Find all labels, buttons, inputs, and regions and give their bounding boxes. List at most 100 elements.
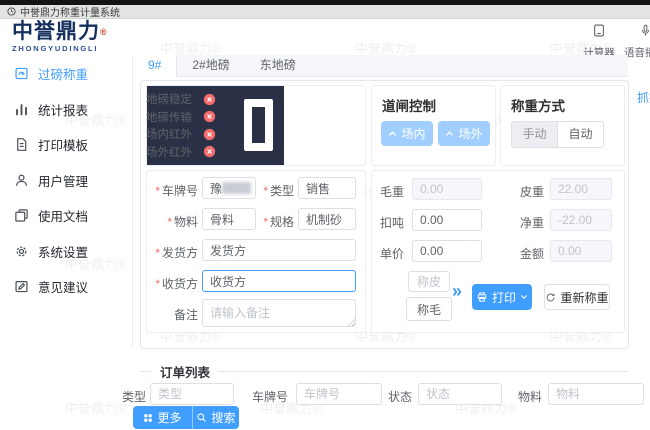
weigh-mode-panel: 称重方式 手动 自动	[500, 85, 625, 166]
user-icon	[16, 174, 27, 186]
type-input[interactable]	[298, 177, 356, 199]
search-icon	[197, 413, 207, 422]
sidebar-divider	[132, 56, 133, 348]
gate-control-panel: 道闸控制 场内 场外	[371, 85, 496, 166]
scale-icon	[15, 67, 28, 79]
weigh-mode-title: 称重方式	[511, 99, 565, 114]
brand-subtitle: ZHONGYUDINGLI	[12, 44, 99, 53]
plate-masked-text	[222, 182, 251, 194]
calculator-icon	[594, 24, 604, 37]
template-icon	[17, 137, 27, 151]
sidebar-item-label: 系统设置	[38, 245, 89, 260]
remark-textarea[interactable]	[202, 299, 356, 327]
status-infrared-inside: 场内红外	[146, 127, 216, 141]
tab-9[interactable]: 9#	[133, 55, 178, 77]
mode-auto-button[interactable]: 自动	[558, 122, 603, 147]
deduct-label: 扣吨	[379, 216, 404, 230]
brand-name: 中誉鼎力	[12, 20, 100, 43]
weigh-tare-button[interactable]: 称皮	[408, 271, 450, 292]
grid-icon	[144, 413, 153, 422]
sidebar-item-docs[interactable]: 使用文档	[14, 205, 126, 225]
gate-inside-button[interactable]: 场内	[381, 121, 433, 146]
sidebar-item-print-template[interactable]: 打印模板	[14, 134, 126, 154]
receiver-input[interactable]	[202, 270, 356, 292]
tab-dong-dibang[interactable]: 东地磅	[245, 55, 311, 76]
forward-arrows: »	[452, 281, 462, 301]
tab-2-dibang[interactable]: 2#地磅	[177, 55, 244, 76]
filter-material-label: 物料	[518, 390, 543, 404]
window-titlebar: 中誉鼎力称重计量系统	[0, 5, 650, 19]
error-icon	[203, 145, 216, 158]
capture-tab[interactable]: 抓拍	[637, 89, 650, 106]
gross-input	[412, 178, 482, 200]
sender-input[interactable]	[202, 239, 356, 261]
brand-registered-mark: ®	[100, 27, 108, 37]
mode-manual-button[interactable]: 手动	[512, 122, 558, 147]
logo: 中誉鼎力® ZHONGYUDINGLI	[12, 20, 108, 54]
seven-segment-zero	[244, 99, 273, 151]
weigh-gross-button[interactable]: 称毛	[406, 297, 452, 321]
filter-status-label: 状态	[388, 390, 413, 404]
scale-tabs: 9# 2#地磅 东地磅	[133, 55, 628, 77]
error-icon	[203, 128, 216, 140]
weigh-mode-toggle: 手动 自动	[511, 121, 604, 148]
amount-input	[550, 240, 612, 262]
spec-label: * 规格	[263, 215, 294, 229]
price-label: 单价	[379, 247, 404, 261]
gate-outside-button[interactable]: 场外	[438, 121, 490, 146]
sidebar-item-feedback[interactable]: 意见建议	[14, 276, 126, 296]
sidebar-item-weighing[interactable]: 过磅称重	[14, 63, 126, 83]
sidebar-item-label: 意见建议	[38, 280, 89, 295]
sidebar-item-reports[interactable]: 统计报表	[14, 99, 126, 119]
sidebar-item-label: 过磅称重	[38, 67, 89, 82]
type-label: * 类型	[263, 184, 294, 198]
app-window: 中誉鼎力® 中誉鼎力® 中誉鼎力® 中誉鼎力® 中誉鼎力® 中誉鼎力® 中誉鼎力® 中誉鼎力®…	[0, 0, 650, 430]
sidebar-item-settings[interactable]: 系统设置	[14, 241, 126, 261]
sidebar-item-label: 打印模板	[38, 138, 89, 153]
deduct-input[interactable]	[412, 209, 482, 231]
print-button[interactable]: 打印	[472, 284, 532, 310]
filter-plate-input[interactable]	[296, 383, 382, 405]
reweigh-button[interactable]: 重新称重	[544, 284, 610, 310]
gate-control-title: 道闸控制	[382, 99, 436, 114]
chevron-up-icon	[446, 131, 454, 136]
docs-icon	[15, 208, 28, 222]
status-infrared-outside: 场外红外	[146, 145, 216, 159]
microphone-icon	[641, 24, 649, 36]
more-button[interactable]: 更多	[133, 406, 192, 429]
search-button[interactable]: 搜索	[192, 406, 239, 429]
status-scale-stable: 地磅稳定	[146, 92, 216, 106]
plate-label: * 车牌号	[155, 184, 198, 198]
net-label: 净重	[519, 216, 544, 230]
sender-label: * 发货方	[155, 246, 198, 260]
spec-input[interactable]	[298, 208, 356, 230]
tare-input	[550, 178, 612, 200]
tare-label: 皮重	[519, 185, 544, 199]
sidebar-item-label: 用户管理	[38, 174, 89, 189]
error-icon	[203, 93, 216, 105]
amount-label: 金额	[519, 247, 544, 261]
filter-material-input[interactable]	[548, 383, 644, 405]
material-input[interactable]	[202, 208, 256, 230]
orders-divider: 订单列表	[140, 362, 628, 381]
filter-actions: 更多 搜索	[133, 406, 239, 429]
sidebar-item-label: 使用文档	[38, 209, 89, 224]
error-icon	[203, 110, 216, 123]
feedback-icon	[15, 280, 28, 292]
sidebar-item-users[interactable]: 用户管理	[14, 170, 126, 190]
price-input[interactable]	[412, 240, 482, 262]
receiver-label: * 收货方	[155, 277, 198, 291]
printer-icon	[477, 292, 487, 302]
chevron-up-icon	[389, 131, 397, 136]
chevron-down-icon	[521, 295, 527, 299]
filter-status-input[interactable]	[418, 383, 502, 405]
filter-type-input[interactable]	[150, 383, 234, 405]
net-input	[550, 209, 612, 231]
orders-title: 订单列表	[160, 366, 211, 380]
gear-icon	[16, 246, 27, 256]
filter-plate-label: 车牌号	[252, 390, 289, 404]
resize-handle-icon[interactable]	[347, 318, 355, 326]
sidebar-item-label: 统计报表	[38, 103, 89, 118]
remark-label: 备注	[173, 308, 198, 322]
app-icon	[7, 7, 16, 16]
